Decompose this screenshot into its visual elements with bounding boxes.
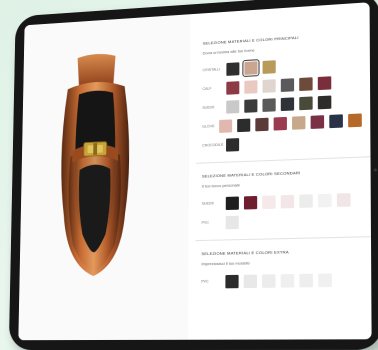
color-swatch[interactable] (336, 192, 351, 207)
color-swatch[interactable] (262, 78, 276, 93)
color-swatch[interactable] (280, 96, 295, 111)
color-swatch[interactable] (262, 273, 276, 288)
section-title: Selezione materiali e colori secondari (201, 170, 301, 179)
section-divider (196, 156, 371, 164)
material-label: Glove (202, 124, 215, 129)
color-swatch[interactable] (242, 58, 260, 77)
color-swatch[interactable] (317, 95, 332, 109)
color-swatch[interactable] (244, 79, 258, 94)
color-swatch[interactable] (237, 118, 251, 132)
color-swatch[interactable] (225, 195, 239, 210)
color-swatch[interactable] (243, 274, 258, 288)
color-swatch[interactable] (317, 75, 332, 90)
material-label: Suede (202, 105, 215, 110)
section-subtitle: Impreziosisci il tuo modello (201, 260, 250, 267)
color-swatch[interactable] (329, 113, 343, 128)
color-swatch[interactable] (225, 274, 239, 288)
color-swatch[interactable] (255, 117, 269, 131)
color-swatch[interactable] (262, 59, 276, 74)
color-swatch[interactable] (280, 273, 295, 288)
swatch-list (226, 95, 332, 114)
material-row-glove: Glove (202, 112, 362, 133)
material-label: PVC (201, 220, 210, 225)
material-label: Suede (201, 201, 215, 206)
color-swatch[interactable] (262, 97, 276, 112)
section-title: Selezione materiali e colori extra (201, 249, 289, 257)
section-extra: Selezione materiali e colori extra Imprez… (201, 248, 363, 289)
section-divider (195, 236, 371, 242)
color-swatch[interactable] (318, 193, 332, 207)
color-swatch[interactable] (262, 194, 276, 209)
shoe-image (59, 52, 131, 277)
color-swatch[interactable] (310, 114, 325, 129)
material-row-suede: Suede (202, 192, 363, 211)
configurator-panel: Selezione materiali e colori principali D… (195, 2, 372, 340)
section-subtitle: Il tuo tocco personale (201, 182, 241, 189)
section-primary: Selezione materiali e colori principali D… (202, 31, 362, 153)
product-preview (18, 14, 191, 341)
swatch-list (226, 137, 240, 152)
material-label: Crocodile (202, 142, 224, 148)
color-swatch[interactable] (299, 193, 313, 208)
color-swatch[interactable] (226, 99, 240, 114)
color-swatch[interactable] (292, 115, 306, 130)
color-swatch[interactable] (225, 215, 239, 229)
material-row-pvc: PVC (201, 272, 363, 289)
material-label: Calf (202, 86, 212, 92)
material-label: PVC (201, 279, 209, 284)
material-row-crocodile: Crocodile (202, 132, 362, 153)
color-swatch[interactable] (226, 61, 240, 76)
material-row-suede: Suede (202, 93, 361, 115)
material-row-cristalli: Cristalli (203, 54, 362, 77)
color-swatch[interactable] (280, 194, 295, 208)
color-swatch[interactable] (226, 137, 240, 152)
color-swatch[interactable] (226, 80, 240, 95)
material-row-pvc: PVC (202, 211, 363, 229)
swatch-list (219, 112, 362, 133)
color-swatch[interactable] (299, 273, 313, 287)
section-secondary: Selezione materiali e colori secondari Il… (202, 168, 363, 230)
material-row-calf: Calf (202, 74, 361, 96)
color-swatch[interactable] (280, 77, 295, 92)
scene: Selezione materiali e colori principali D… (0, 0, 378, 350)
swatch-list (226, 75, 332, 95)
color-swatch[interactable] (243, 195, 258, 210)
swatch-list (225, 192, 351, 210)
color-swatch[interactable] (244, 98, 258, 113)
color-swatch[interactable] (273, 116, 287, 131)
color-swatch[interactable] (219, 118, 233, 133)
color-swatch[interactable] (299, 95, 313, 110)
swatch-list (225, 272, 332, 288)
color-swatch[interactable] (348, 112, 362, 127)
camera-icon (373, 168, 377, 172)
swatch-list (225, 215, 239, 229)
color-swatch[interactable] (299, 76, 313, 91)
swatch-list (226, 58, 276, 77)
material-label: Cristalli (202, 67, 221, 73)
tablet-screen: Selezione materiali e colori principali D… (18, 2, 372, 341)
tablet-device: Selezione materiali e colori principali D… (8, 0, 378, 350)
color-swatch[interactable] (318, 272, 332, 287)
